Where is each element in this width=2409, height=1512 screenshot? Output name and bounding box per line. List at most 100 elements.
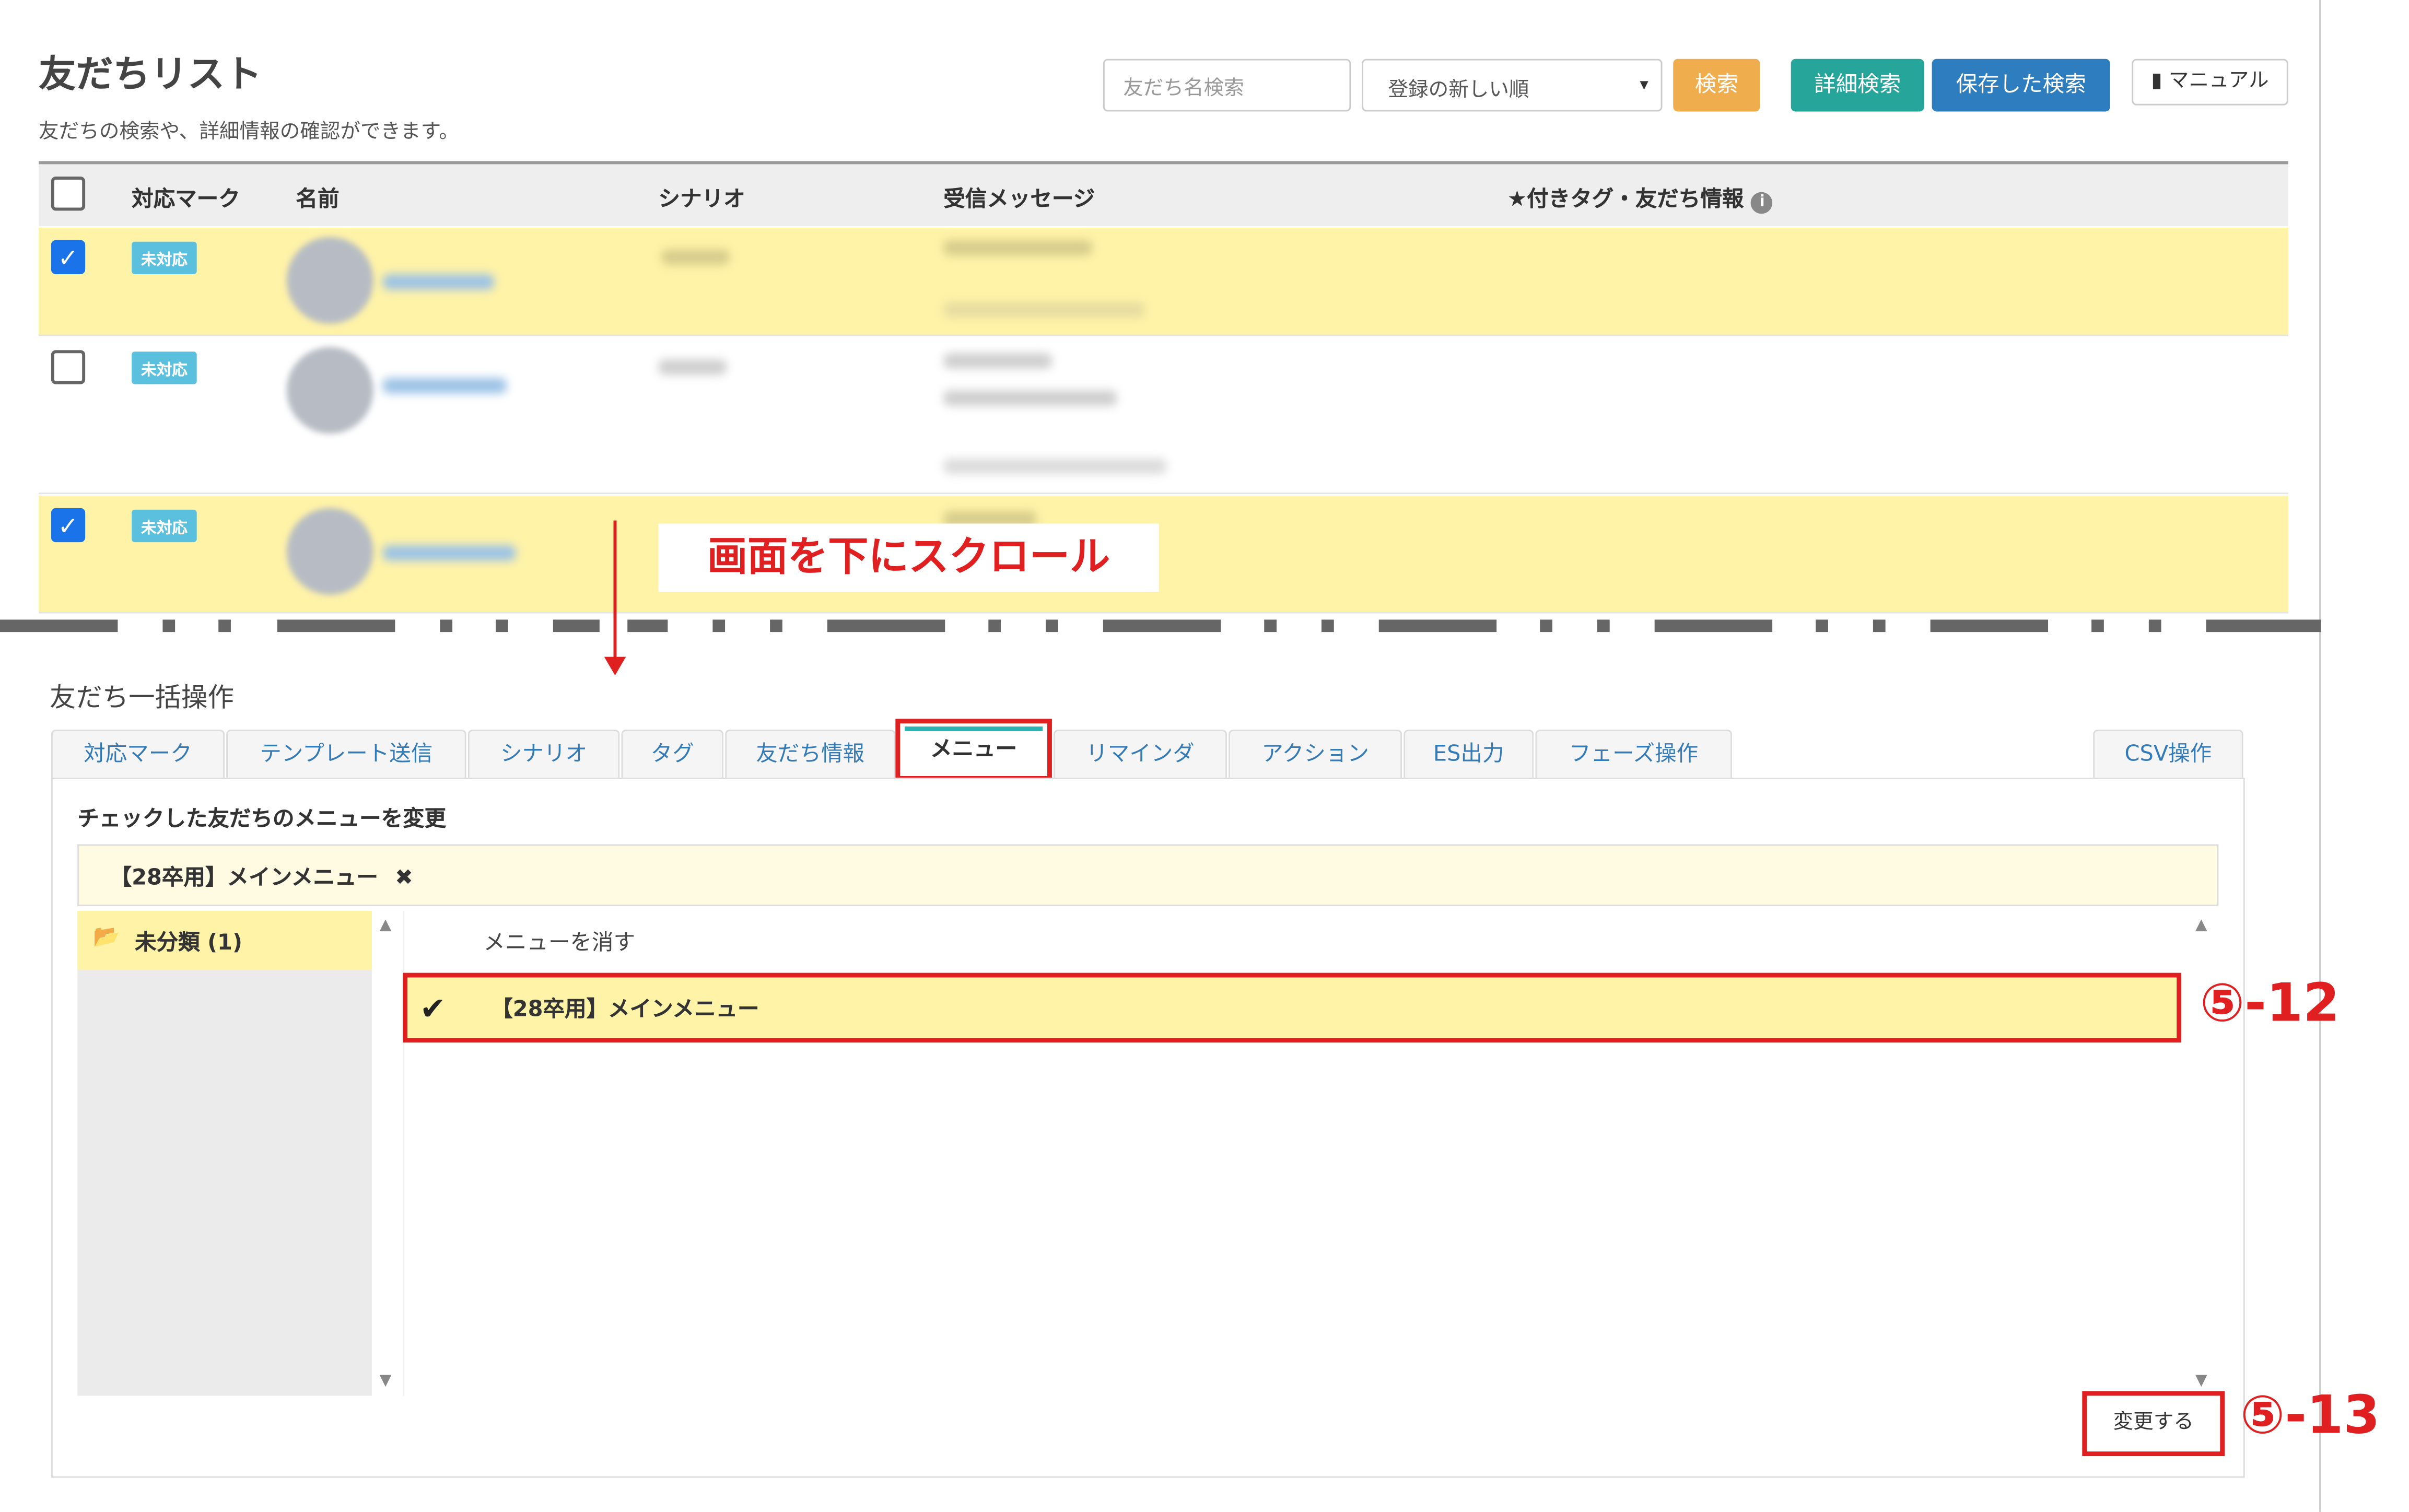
panel-label: チェックした友だちのメニューを変更: [77, 807, 447, 832]
divider-segment: [1873, 619, 1886, 632]
divider-segment: [1654, 619, 1773, 632]
divider-segment: [440, 619, 453, 632]
scroll-up-icon[interactable]: ▲: [380, 917, 392, 934]
status-badge[interactable]: 未対応: [132, 509, 197, 543]
list-scroll-down-icon[interactable]: ▼: [2195, 1373, 2207, 1390]
table-row[interactable]: ✓ 未対応: [39, 228, 2288, 336]
tab-template-send[interactable]: テンプレート送信: [226, 729, 466, 779]
divider-segment: [2091, 619, 2104, 632]
divider-segment: [496, 619, 508, 632]
page-title: 友だちリスト: [39, 52, 262, 96]
divider-segment: [1930, 619, 2049, 632]
column-received-message: 受信メッセージ: [943, 187, 1095, 213]
remove-icon[interactable]: ✖: [395, 866, 413, 890]
step-label-menu: ⑤-12: [2200, 972, 2340, 1035]
scroll-down-icon[interactable]: ▼: [380, 1373, 392, 1390]
check-icon: ✔: [419, 990, 446, 1027]
tab-csv-operation[interactable]: CSV操作: [2093, 729, 2243, 779]
bulk-operations-title: 友だち一括操作: [49, 683, 234, 714]
avatar: [286, 508, 373, 595]
page-subtitle: 友だちの検索や、詳細情報の確認ができます。: [39, 121, 459, 144]
divider-segment: [1540, 619, 1552, 632]
friend-name[interactable]: [382, 545, 516, 561]
divider-segment: [277, 619, 395, 632]
divider-segment: [1378, 619, 1497, 632]
tab-phase-operation[interactable]: フェーズ操作: [1535, 729, 1732, 779]
divider-segment: [218, 619, 231, 632]
column-starred-tags: ★付きタグ・友だち情報 i: [1507, 183, 1773, 214]
message-date: [943, 302, 1145, 318]
tab-action[interactable]: アクション: [1229, 729, 1402, 779]
column-name: 名前: [296, 187, 340, 213]
divider-segment: [627, 619, 668, 632]
chevron-down-icon: ▾: [1640, 74, 1648, 95]
folder-column: [77, 911, 372, 1396]
book-icon: ▮: [2151, 69, 2162, 93]
tab-tag[interactable]: タグ: [621, 729, 724, 779]
divider-segment: [770, 619, 782, 632]
change-button[interactable]: 変更する: [2082, 1391, 2225, 1457]
friend-name[interactable]: [382, 378, 507, 394]
tab-es-export[interactable]: ES出力: [1404, 729, 1534, 779]
tab-scenario[interactable]: シナリオ: [467, 729, 620, 779]
sort-select-value: 登録の新しい順: [1388, 79, 1529, 102]
scroll-down-label: 画面を下にスクロール: [658, 523, 1159, 592]
selected-menu-box: 【28卒用】メインメニュー ✖: [77, 844, 2219, 907]
folder-label: 未分類 (1): [135, 931, 242, 956]
avatar: [286, 347, 373, 434]
menu-item-label: 【28卒用】メインメニュー: [491, 998, 759, 1023]
message-text-2: [943, 390, 1117, 406]
avatar: [286, 237, 373, 324]
divider-segment: [553, 619, 600, 632]
divider-segment: [1103, 619, 1221, 632]
saved-search-button[interactable]: 保存した検索: [1932, 58, 2110, 112]
divider-segment: [2148, 619, 2161, 632]
folder-item-uncategorized[interactable]: 📂 未分類 (1): [77, 911, 372, 970]
friend-name-search-input[interactable]: 友だち名検索: [1103, 58, 1351, 112]
scenario-value: [661, 249, 730, 265]
menu-item-selected[interactable]: ✔ 【28卒用】メインメニュー: [403, 972, 2182, 1043]
row-checkbox[interactable]: [51, 350, 86, 384]
divider-segment: [1321, 619, 1334, 632]
divider-segment: [712, 619, 726, 632]
manual-button-label: マニュアル: [2168, 69, 2269, 93]
scenario-value: [658, 359, 727, 375]
message-text: [943, 240, 1093, 256]
divider-segment: [827, 619, 945, 632]
tab-friend-info[interactable]: 友だち情報: [725, 729, 896, 779]
status-badge[interactable]: 未対応: [132, 241, 197, 274]
divider-segment: [162, 619, 176, 632]
divider-segment: [0, 619, 118, 632]
scroll-arrow-line: [613, 520, 617, 660]
search-button[interactable]: 検索: [1673, 58, 1760, 112]
clear-menu-option[interactable]: メニューを消す: [465, 911, 654, 973]
advanced-search-button[interactable]: 詳細検索: [1791, 58, 1924, 112]
tab-menu[interactable]: メニュー: [895, 719, 1052, 781]
manual-button[interactable]: ▮ マニュアル: [2132, 58, 2288, 106]
arrow-down-icon: [604, 657, 626, 676]
tab-status-mark[interactable]: 対応マーク: [51, 729, 225, 779]
row-checkbox[interactable]: ✓: [51, 508, 86, 543]
info-icon: i: [1751, 192, 1773, 214]
table-row[interactable]: 未対応: [39, 338, 2288, 495]
divider-segment: [1816, 619, 1828, 632]
tab-reminder[interactable]: リマインダ: [1053, 729, 1227, 779]
message-date: [943, 458, 1167, 474]
sort-select[interactable]: 登録の新しい順 ▾: [1362, 58, 1663, 112]
column-starred-tags-label: ★付きタグ・友だち情報: [1507, 187, 1744, 213]
column-status-mark: 対応マーク: [132, 187, 240, 213]
row-checkbox[interactable]: ✓: [51, 240, 86, 274]
friend-name[interactable]: [382, 274, 495, 290]
select-all-checkbox[interactable]: [51, 177, 86, 211]
message-text: [943, 353, 1052, 369]
table-row[interactable]: ✓ 未対応: [39, 496, 2288, 614]
column-scenario: シナリオ: [658, 187, 745, 213]
list-scroll-up-icon[interactable]: ▲: [2195, 917, 2207, 934]
divider-segment: [1264, 619, 1277, 632]
status-badge[interactable]: 未対応: [132, 351, 197, 384]
selected-menu-chip: 【28卒用】メインメニュー: [110, 865, 378, 891]
step-label-change: ⑤-13: [2240, 1385, 2380, 1447]
divider-segment: [988, 619, 1001, 632]
friend-table-header: 対応マーク 名前 シナリオ 受信メッセージ ★付きタグ・友だち情報 i: [39, 161, 2288, 227]
folder-open-icon: 📂: [92, 924, 120, 950]
